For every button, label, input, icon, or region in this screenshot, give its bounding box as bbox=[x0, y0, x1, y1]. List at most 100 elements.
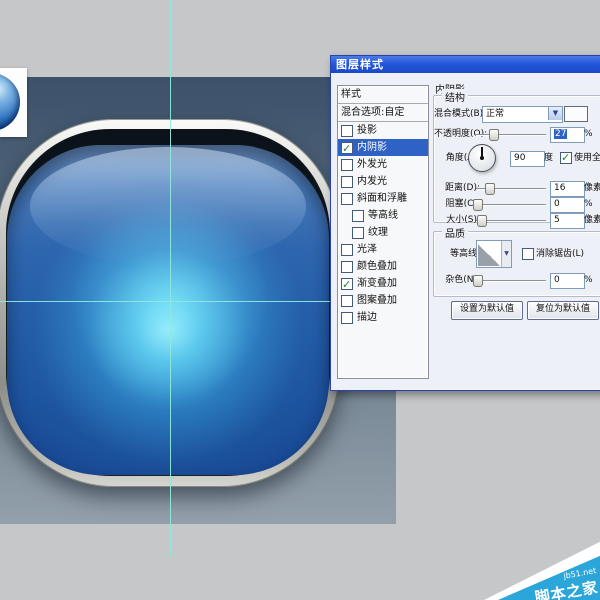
opacity-slider-thumb[interactable] bbox=[489, 129, 499, 141]
contour-label: 等高线 bbox=[368, 207, 398, 224]
antialias-checkbox[interactable] bbox=[522, 248, 534, 260]
quality-legend: 品质 bbox=[442, 225, 468, 240]
dialog-body: 样式 混合选项:自定 投影 内阴影 外发光 bbox=[331, 73, 600, 390]
choke-slider-thumb[interactable] bbox=[473, 199, 483, 211]
noise-slider-thumb[interactable] bbox=[473, 275, 483, 287]
distance-slider-thumb[interactable] bbox=[485, 183, 495, 195]
distance-row: 距离(D): 16 像素 bbox=[434, 180, 600, 196]
stroke-label: 描边 bbox=[357, 309, 377, 326]
drop-shadow-checkbox[interactable] bbox=[341, 125, 353, 137]
blending-options-label: 混合选项:自定 bbox=[341, 104, 404, 121]
distance-slider[interactable] bbox=[476, 182, 546, 194]
blend-mode-value: 正常 bbox=[486, 109, 504, 119]
distance-value: 16 bbox=[554, 183, 565, 193]
size-slider[interactable] bbox=[476, 214, 546, 226]
angle-row: 角度(A): 90 度 使用全局光 bbox=[434, 142, 600, 174]
pattern-overlay-label: 图案叠加 bbox=[357, 292, 397, 309]
angle-hub bbox=[480, 156, 484, 160]
bevel-emboss-label: 斜面和浮雕 bbox=[357, 190, 407, 207]
styles-item-inner-glow[interactable]: 内发光 bbox=[338, 173, 428, 190]
antialias-label: 消除锯齿(L) bbox=[536, 246, 584, 262]
drop-shadow-label: 投影 bbox=[357, 122, 377, 139]
satin-checkbox[interactable] bbox=[341, 244, 353, 256]
styles-list: 样式 混合选项:自定 投影 内阴影 外发光 bbox=[337, 85, 429, 379]
contour-dropdown-icon[interactable]: ▼ bbox=[501, 241, 511, 267]
pattern-overlay-checkbox[interactable] bbox=[341, 295, 353, 307]
opacity-label: 不透明度(O): bbox=[434, 126, 480, 142]
angle-input[interactable]: 90 bbox=[510, 151, 545, 167]
outer-glow-checkbox[interactable] bbox=[341, 159, 353, 171]
texture-label: 纹理 bbox=[368, 224, 388, 241]
inner-shadow-checkbox[interactable] bbox=[341, 142, 353, 154]
size-input[interactable]: 5 bbox=[550, 213, 585, 229]
inner-glow-label: 内发光 bbox=[357, 173, 387, 190]
reference-icon-card bbox=[0, 68, 27, 137]
styles-item-drop-shadow[interactable]: 投影 bbox=[338, 122, 428, 139]
choke-slider[interactable] bbox=[476, 198, 546, 210]
styles-item-stroke[interactable]: 描边 bbox=[338, 309, 428, 326]
distance-input[interactable]: 16 bbox=[550, 181, 585, 197]
gradient-overlay-label: 渐变叠加 bbox=[357, 275, 397, 292]
contour-checkbox[interactable] bbox=[352, 210, 364, 222]
styles-item-satin[interactable]: 光泽 bbox=[338, 241, 428, 258]
styles-item-color-overlay[interactable]: 颜色叠加 bbox=[338, 258, 428, 275]
structure-group: 结构 混合模式(B): 正常 ▼ 不透明度(O): 27 bbox=[433, 95, 600, 223]
inner-shadow-label: 内阴影 bbox=[357, 139, 387, 156]
inner-glow-checkbox[interactable] bbox=[341, 176, 353, 188]
styles-item-pattern-overlay[interactable]: 图案叠加 bbox=[338, 292, 428, 309]
button-blue-face bbox=[7, 145, 329, 475]
gradient-overlay-checkbox[interactable] bbox=[341, 278, 353, 290]
opacity-selected-value: 27 bbox=[554, 129, 567, 139]
styles-item-gradient-overlay[interactable]: 渐变叠加 bbox=[338, 275, 428, 292]
styles-header-label: 样式 bbox=[341, 86, 361, 103]
texture-checkbox[interactable] bbox=[352, 227, 364, 239]
contour-thumbnail bbox=[478, 244, 500, 266]
dialog-title: 图层样式 bbox=[336, 58, 384, 71]
styles-item-inner-shadow[interactable]: 内阴影 bbox=[338, 139, 428, 156]
opacity-unit: % bbox=[584, 126, 593, 142]
angle-unit: 度 bbox=[544, 150, 553, 166]
styles-item-bevel-emboss[interactable]: 斜面和浮雕 bbox=[338, 190, 428, 207]
shadow-color-swatch[interactable] bbox=[564, 106, 588, 122]
styles-item-contour[interactable]: 等高线 bbox=[338, 207, 428, 224]
opacity-slider[interactable] bbox=[476, 128, 546, 140]
chevron-down-icon[interactable]: ▼ bbox=[548, 107, 562, 120]
opacity-input[interactable]: 27 bbox=[550, 127, 585, 143]
size-unit: 像素 bbox=[584, 212, 600, 228]
blend-mode-select[interactable]: 正常 ▼ bbox=[482, 106, 563, 123]
dialog-titlebar[interactable]: 图层样式 bbox=[331, 56, 600, 73]
reset-default-button[interactable]: 复位为默认值 bbox=[527, 301, 599, 320]
structure-legend: 结构 bbox=[442, 89, 468, 104]
choke-unit: % bbox=[584, 196, 593, 212]
global-light-checkbox[interactable] bbox=[560, 152, 572, 164]
noise-input[interactable]: 0 bbox=[550, 273, 585, 289]
noise-value: 0 bbox=[554, 275, 560, 285]
blend-mode-row: 混合模式(B): 正常 ▼ bbox=[434, 106, 600, 122]
size-slider-thumb[interactable] bbox=[477, 215, 487, 227]
global-light-label: 使用全局光 bbox=[574, 150, 600, 166]
color-overlay-checkbox[interactable] bbox=[341, 261, 353, 273]
contour-row: 等高线: ▼ 消除锯齿(L) bbox=[434, 240, 600, 268]
make-default-button[interactable]: 设置为默认值 bbox=[451, 301, 523, 320]
vertical-guide bbox=[170, 0, 171, 557]
stroke-checkbox[interactable] bbox=[341, 312, 353, 324]
noise-unit: % bbox=[584, 272, 593, 288]
blend-mode-label: 混合模式(B): bbox=[434, 106, 480, 122]
bevel-emboss-checkbox[interactable] bbox=[341, 193, 353, 205]
outer-glow-label: 外发光 bbox=[357, 156, 387, 173]
styles-item-outer-glow[interactable]: 外发光 bbox=[338, 156, 428, 173]
color-overlay-label: 颜色叠加 bbox=[357, 258, 397, 275]
satin-label: 光泽 bbox=[357, 241, 377, 258]
noise-slider[interactable] bbox=[476, 274, 546, 286]
styles-item-blending-options[interactable]: 混合选项:自定 bbox=[338, 104, 428, 122]
contour-picker[interactable]: ▼ bbox=[476, 240, 512, 268]
angle-value: 90 bbox=[514, 153, 525, 163]
choke-input[interactable]: 0 bbox=[550, 197, 585, 213]
distance-label: 距离(D): bbox=[434, 180, 480, 196]
styles-item-texture[interactable]: 纹理 bbox=[338, 224, 428, 241]
styles-list-header[interactable]: 样式 bbox=[338, 86, 428, 104]
angle-dial[interactable] bbox=[468, 144, 496, 172]
choke-row: 阻塞(C): 0 % bbox=[434, 196, 600, 212]
noise-row: 杂色(N): 0 % bbox=[434, 272, 600, 288]
choke-value: 0 bbox=[554, 199, 560, 209]
